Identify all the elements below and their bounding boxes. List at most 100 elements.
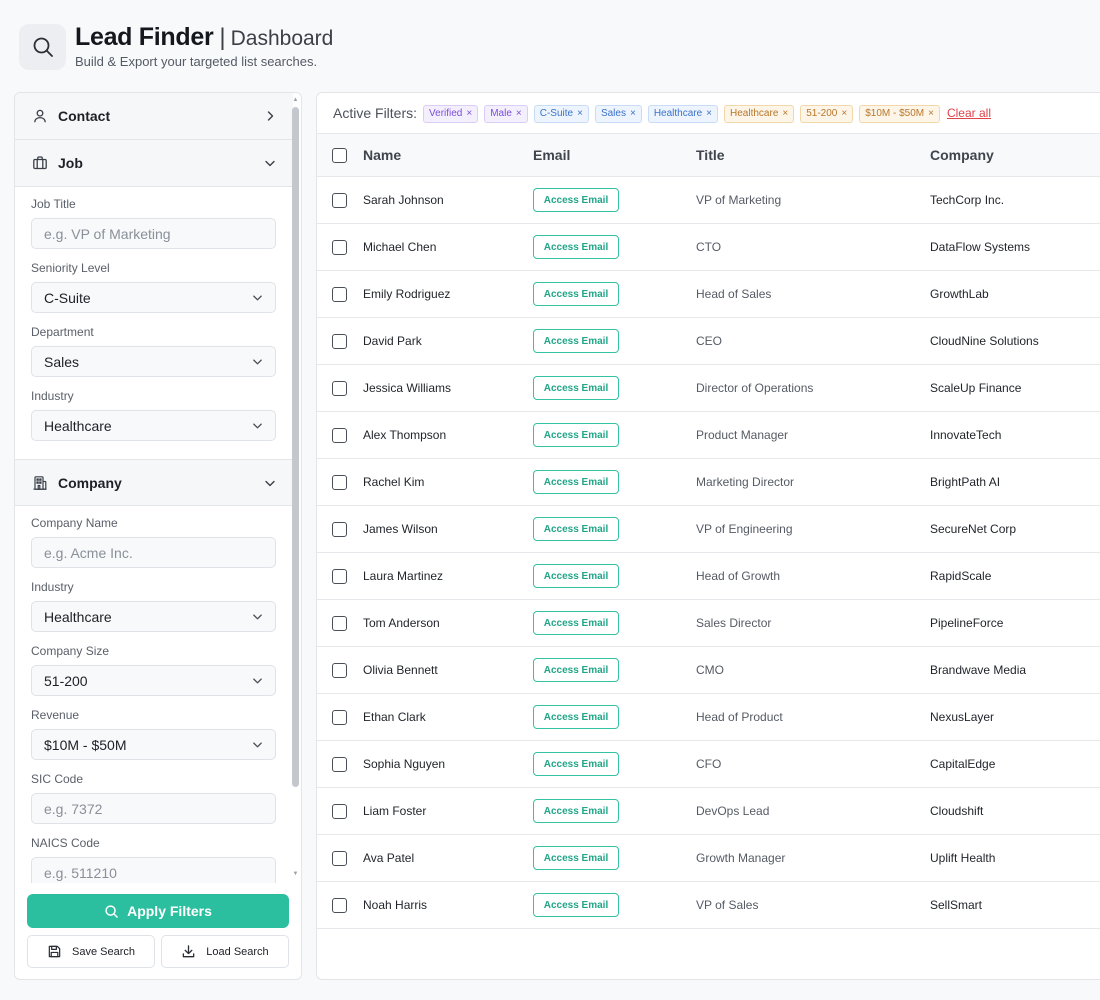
save-search-button[interactable]: Save Search [27, 935, 155, 968]
lead-title: Head of Growth [696, 569, 781, 583]
remove-filter-icon[interactable]: × [577, 108, 583, 119]
row-checkbox[interactable] [332, 709, 347, 725]
remove-filter-icon[interactable]: × [630, 108, 636, 119]
table-row[interactable]: David Park Access Email CEO CloudNine Solut… [317, 318, 1100, 365]
access-email-button[interactable]: Access Email [533, 564, 619, 588]
filter-chip: C-Suite × [533, 104, 589, 123]
section-job-header[interactable]: Job [15, 140, 293, 187]
company-industry-select[interactable]: Healthcare [31, 601, 276, 632]
row-checkbox[interactable] [332, 192, 347, 208]
row-checkbox[interactable] [332, 239, 347, 255]
section-company-header[interactable]: Company [15, 459, 293, 506]
access-email-button[interactable]: Access Email [533, 423, 619, 447]
table-row[interactable]: Noah Harris Access Email VP of Sales SellSm… [317, 882, 1100, 929]
remove-filter-icon[interactable]: × [466, 108, 472, 119]
select-all-checkbox[interactable] [332, 148, 347, 164]
filter-chip: Healthcare × [724, 104, 795, 123]
filter-chip: Sales × [594, 104, 642, 123]
access-email-button[interactable]: Access Email [533, 705, 619, 729]
row-checkbox[interactable] [332, 427, 347, 443]
remove-filter-icon[interactable]: × [782, 108, 788, 119]
page-title: Dashboard [230, 27, 334, 50]
table-row[interactable]: Michael Chen Access Email CTO DataFlow Syst… [317, 224, 1100, 271]
lead-title: CMO [696, 663, 724, 677]
row-checkbox[interactable] [332, 897, 347, 913]
job-industry-select[interactable]: Healthcare [31, 410, 276, 441]
scroll-down-arrow-icon[interactable]: ▼ [292, 871, 299, 877]
column-header-title[interactable]: Title [696, 147, 725, 163]
load-search-button[interactable]: Load Search [161, 935, 289, 968]
row-checkbox[interactable] [332, 521, 347, 537]
chevron-down-icon [251, 356, 263, 368]
remove-filter-icon[interactable]: × [841, 108, 847, 119]
sic-code-input[interactable] [31, 793, 276, 824]
filter-chip-list: Verified × Male × C-Suite × Sales × Healthcare × H… [423, 103, 946, 123]
access-email-button[interactable]: Access Email [533, 470, 619, 494]
department-select[interactable]: Sales [31, 346, 276, 377]
access-email-button[interactable]: Access Email [533, 376, 619, 400]
row-checkbox[interactable] [332, 568, 347, 584]
table-row[interactable]: Ava Patel Access Email Growth Manager Uplif… [317, 835, 1100, 882]
table-row[interactable]: Emily Rodriguez Access Email Head of Sales… [317, 271, 1100, 318]
lead-company: Uplift Health [930, 851, 996, 865]
table-row[interactable]: Sophia Nguyen Access Email CFO CapitalEdge [317, 741, 1100, 788]
clear-all-link[interactable]: Clear all [947, 106, 991, 120]
column-header-name[interactable]: Name [363, 147, 401, 163]
row-checkbox[interactable] [332, 756, 347, 772]
company-size-select[interactable]: 51-200 [31, 665, 276, 696]
row-checkbox[interactable] [332, 850, 347, 866]
job-industry-value: Healthcare [44, 417, 112, 434]
row-checkbox[interactable] [332, 662, 347, 678]
naics-code-input[interactable] [31, 857, 276, 883]
table-row[interactable]: Sarah Johnson Access Email VP of Marketing… [317, 177, 1100, 224]
access-email-button[interactable]: Access Email [533, 893, 619, 917]
table-row[interactable]: Jessica Williams Access Email Director of … [317, 365, 1100, 412]
access-email-button[interactable]: Access Email [533, 517, 619, 541]
remove-filter-icon[interactable]: × [928, 108, 934, 119]
table-row[interactable]: Rachel Kim Access Email Marketing Director… [317, 459, 1100, 506]
row-checkbox[interactable] [332, 474, 347, 490]
access-email-button[interactable]: Access Email [533, 282, 619, 306]
access-email-button[interactable]: Access Email [533, 846, 619, 870]
table-row[interactable]: Alex Thompson Access Email Product Manager… [317, 412, 1100, 459]
logo [19, 24, 66, 70]
table-row[interactable]: Ethan Clark Access Email Head of Product Ne… [317, 694, 1100, 741]
remove-filter-icon[interactable]: × [706, 108, 712, 119]
apply-filters-label: Apply Filters [127, 903, 212, 919]
seniority-select[interactable]: C-Suite [31, 282, 276, 313]
row-checkbox[interactable] [332, 286, 347, 302]
company-name-input[interactable] [31, 537, 276, 568]
revenue-select[interactable]: $10M - $50M [31, 729, 276, 760]
row-checkbox[interactable] [332, 380, 347, 396]
access-email-button[interactable]: Access Email [533, 611, 619, 635]
row-checkbox[interactable] [332, 615, 347, 631]
table-row[interactable]: James Wilson Access Email VP of Engineerin… [317, 506, 1100, 553]
access-email-button[interactable]: Access Email [533, 235, 619, 259]
chevron-right-icon [263, 109, 277, 123]
scroll-up-arrow-icon[interactable]: ▲ [292, 97, 299, 103]
access-email-button[interactable]: Access Email [533, 752, 619, 776]
lead-name: Liam Foster [363, 804, 427, 818]
section-contact-header[interactable]: Contact [15, 93, 293, 140]
search-icon [33, 37, 53, 57]
access-email-button[interactable]: Access Email [533, 799, 619, 823]
table-row[interactable]: Tom Anderson Access Email Sales Director Pi… [317, 600, 1100, 647]
table-row[interactable]: Laura Martinez Access Email Head of Growth… [317, 553, 1100, 600]
table-row[interactable]: Olivia Bennett Access Email CMO Brandwave M… [317, 647, 1100, 694]
row-checkbox[interactable] [332, 333, 347, 349]
row-checkbox[interactable] [332, 803, 347, 819]
table-row[interactable]: Liam Foster Access Email DevOps Lead Clouds… [317, 788, 1100, 835]
remove-filter-icon[interactable]: × [516, 108, 522, 119]
access-email-button[interactable]: Access Email [533, 658, 619, 682]
job-title-input[interactable] [31, 218, 276, 249]
sidebar-scroll-area[interactable]: Contact Job Job Title Seniority Level C-… [15, 93, 293, 883]
sidebar-scrollbar[interactable]: ▲ ▼ [292, 97, 299, 877]
column-header-company[interactable]: Company [930, 147, 994, 163]
lead-title: Product Manager [696, 428, 789, 442]
apply-filters-button[interactable]: Apply Filters [27, 894, 289, 928]
scrollbar-thumb[interactable] [292, 107, 299, 787]
access-email-button[interactable]: Access Email [533, 188, 619, 212]
column-header-email[interactable]: Email [533, 147, 570, 163]
filter-chip-label: Verified [429, 108, 463, 120]
access-email-button[interactable]: Access Email [533, 329, 619, 353]
